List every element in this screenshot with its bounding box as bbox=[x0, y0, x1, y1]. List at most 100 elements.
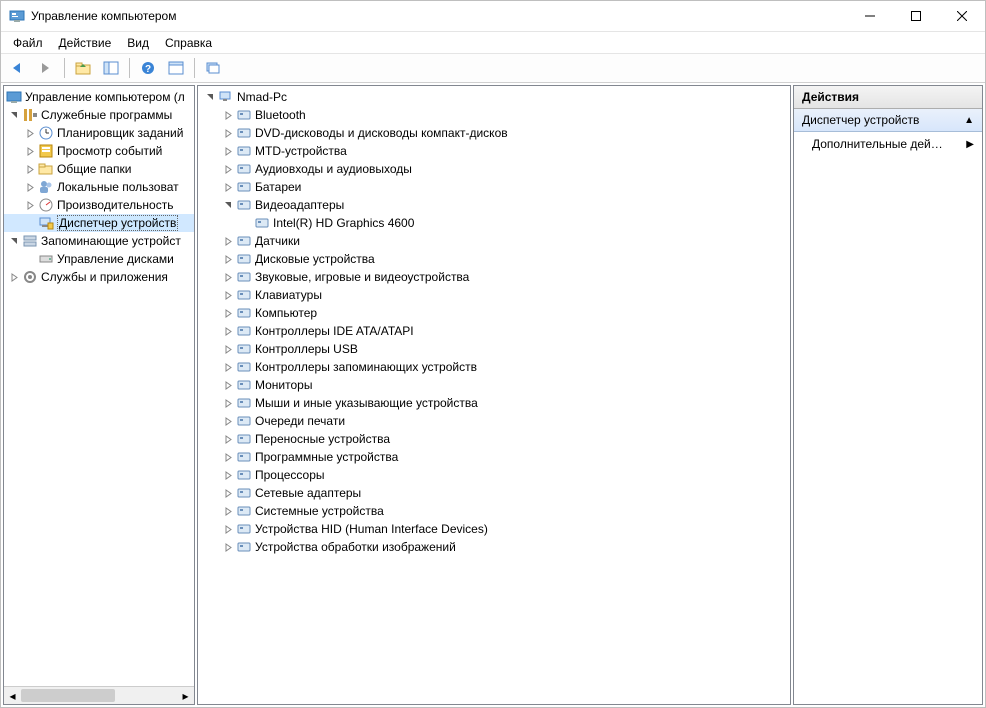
chevron-right-icon[interactable] bbox=[24, 181, 36, 193]
chevron-right-icon[interactable] bbox=[222, 325, 234, 337]
toolbar-separator bbox=[129, 58, 130, 78]
chevron-right-icon[interactable] bbox=[222, 109, 234, 121]
device-category[interactable]: MTD-устройства bbox=[198, 142, 790, 160]
device-category[interactable]: Видеоадаптеры bbox=[198, 196, 790, 214]
tree-label: Локальные пользоват bbox=[57, 180, 179, 194]
device-category[interactable]: Клавиатуры bbox=[198, 286, 790, 304]
device-category[interactable]: Системные устройства bbox=[198, 502, 790, 520]
tree-services-apps[interactable]: Службы и приложения bbox=[4, 268, 194, 286]
device-category[interactable]: DVD-дисководы и дисководы компакт-дисков bbox=[198, 124, 790, 142]
device-tree[interactable]: Nmad-PcBluetoothDVD-дисководы и дисковод… bbox=[198, 86, 790, 558]
tree-disk-management[interactable]: Управление дисками bbox=[4, 250, 194, 268]
chevron-right-icon[interactable] bbox=[222, 487, 234, 499]
device-category[interactable]: Мыши и иные указывающие устройства bbox=[198, 394, 790, 412]
chevron-right-icon[interactable] bbox=[24, 163, 36, 175]
chevron-right-icon[interactable] bbox=[222, 145, 234, 157]
device-category[interactable]: Очереди печати bbox=[198, 412, 790, 430]
chevron-right-icon[interactable] bbox=[222, 181, 234, 193]
tree-root-computer-management[interactable]: Управление компьютером (л bbox=[4, 88, 194, 106]
scroll-left-button[interactable]: ◂ bbox=[4, 687, 21, 704]
chevron-right-icon[interactable] bbox=[222, 127, 234, 139]
chevron-right-icon[interactable] bbox=[222, 523, 234, 535]
chevron-down-icon[interactable] bbox=[8, 109, 20, 121]
chevron-right-icon[interactable] bbox=[222, 469, 234, 481]
chevron-right-icon[interactable] bbox=[222, 163, 234, 175]
device-category[interactable]: Звуковые, игровые и видеоустройства bbox=[198, 268, 790, 286]
chevron-right-icon[interactable] bbox=[222, 253, 234, 265]
device-category-label: Устройства обработки изображений bbox=[255, 540, 456, 554]
toolbar: ? bbox=[1, 54, 985, 83]
chevron-right-icon[interactable] bbox=[222, 289, 234, 301]
tree-shared-folders[interactable]: Общие папки bbox=[4, 160, 194, 178]
chevron-right-icon[interactable] bbox=[222, 271, 234, 283]
back-button[interactable] bbox=[5, 56, 31, 80]
up-level-button[interactable] bbox=[70, 56, 96, 80]
help-button[interactable]: ? bbox=[135, 56, 161, 80]
tree-system-tools[interactable]: Служебные программы bbox=[4, 106, 194, 124]
tree-event-viewer[interactable]: Просмотр событий bbox=[4, 142, 194, 160]
device-category[interactable]: Сетевые адаптеры bbox=[198, 484, 790, 502]
chevron-right-icon[interactable] bbox=[222, 361, 234, 373]
tree-storage[interactable]: Запоминающие устройст bbox=[4, 232, 194, 250]
device-category[interactable]: Контроллеры IDE ATA/ATAPI bbox=[198, 322, 790, 340]
device-category[interactable]: Аудиовходы и аудиовыходы bbox=[198, 160, 790, 178]
tree-local-users[interactable]: Локальные пользоват bbox=[4, 178, 194, 196]
device-category[interactable]: Датчики bbox=[198, 232, 790, 250]
menu-file[interactable]: Файл bbox=[5, 34, 51, 52]
scroll-right-button[interactable]: ▸ bbox=[177, 687, 194, 704]
chevron-down-icon[interactable] bbox=[204, 91, 216, 103]
show-hide-tree-button[interactable] bbox=[98, 56, 124, 80]
collapse-caret-icon[interactable]: ▲ bbox=[964, 115, 974, 126]
device-category[interactable]: Bluetooth bbox=[198, 106, 790, 124]
menu-action[interactable]: Действие bbox=[51, 34, 120, 52]
chevron-right-icon[interactable] bbox=[222, 379, 234, 391]
device-category[interactable]: Процессоры bbox=[198, 466, 790, 484]
device-category[interactable]: Мониторы bbox=[198, 376, 790, 394]
menu-view[interactable]: Вид bbox=[119, 34, 157, 52]
tree-device-manager[interactable]: Диспетчер устройств bbox=[4, 214, 194, 232]
properties-button[interactable] bbox=[163, 56, 189, 80]
device-category[interactable]: Программные устройства bbox=[198, 448, 790, 466]
chevron-right-icon[interactable] bbox=[24, 145, 36, 157]
device-category-label: Устройства HID (Human Interface Devices) bbox=[255, 522, 488, 536]
chevron-down-icon[interactable] bbox=[8, 235, 20, 247]
chevron-right-icon[interactable] bbox=[222, 451, 234, 463]
scroll-track[interactable] bbox=[21, 687, 177, 704]
actions-more[interactable]: Дополнительные дей… ▶ bbox=[794, 132, 982, 156]
chevron-right-icon[interactable] bbox=[8, 271, 20, 283]
scroll-thumb[interactable] bbox=[21, 689, 115, 702]
tree-performance[interactable]: Производительность bbox=[4, 196, 194, 214]
chevron-right-icon[interactable] bbox=[222, 433, 234, 445]
refresh-button[interactable] bbox=[200, 56, 226, 80]
device-category[interactable]: Контроллеры USB bbox=[198, 340, 790, 358]
chevron-right-icon[interactable] bbox=[222, 343, 234, 355]
actions-group-device-manager[interactable]: Диспетчер устройств ▲ bbox=[794, 109, 982, 132]
chevron-right-icon[interactable] bbox=[222, 505, 234, 517]
device-root[interactable]: Nmad-Pc bbox=[198, 88, 790, 106]
close-button[interactable] bbox=[939, 1, 985, 31]
console-tree[interactable]: Управление компьютером (л Служебные прог… bbox=[4, 86, 194, 686]
maximize-button[interactable] bbox=[893, 1, 939, 31]
device-category[interactable]: Дисковые устройства bbox=[198, 250, 790, 268]
chevron-right-icon[interactable] bbox=[222, 541, 234, 553]
device-category[interactable]: Контроллеры запоминающих устройств bbox=[198, 358, 790, 376]
device-category[interactable]: Устройства обработки изображений bbox=[198, 538, 790, 556]
device-category-icon bbox=[236, 503, 252, 519]
menu-help[interactable]: Справка bbox=[157, 34, 220, 52]
chevron-right-icon[interactable] bbox=[222, 235, 234, 247]
chevron-right-icon[interactable] bbox=[24, 127, 36, 139]
chevron-right-icon[interactable] bbox=[222, 415, 234, 427]
chevron-right-icon[interactable] bbox=[24, 199, 36, 211]
device-item[interactable]: Intel(R) HD Graphics 4600 bbox=[198, 214, 790, 232]
device-category[interactable]: Батареи bbox=[198, 178, 790, 196]
forward-button[interactable] bbox=[33, 56, 59, 80]
device-category[interactable]: Устройства HID (Human Interface Devices) bbox=[198, 520, 790, 538]
chevron-right-icon[interactable] bbox=[222, 397, 234, 409]
chevron-down-icon[interactable] bbox=[222, 199, 234, 211]
tree-task-scheduler[interactable]: Планировщик заданий bbox=[4, 124, 194, 142]
chevron-right-icon[interactable] bbox=[222, 307, 234, 319]
device-category[interactable]: Компьютер bbox=[198, 304, 790, 322]
minimize-button[interactable] bbox=[847, 1, 893, 31]
device-category[interactable]: Переносные устройства bbox=[198, 430, 790, 448]
left-horizontal-scrollbar[interactable]: ◂ ▸ bbox=[4, 686, 194, 704]
